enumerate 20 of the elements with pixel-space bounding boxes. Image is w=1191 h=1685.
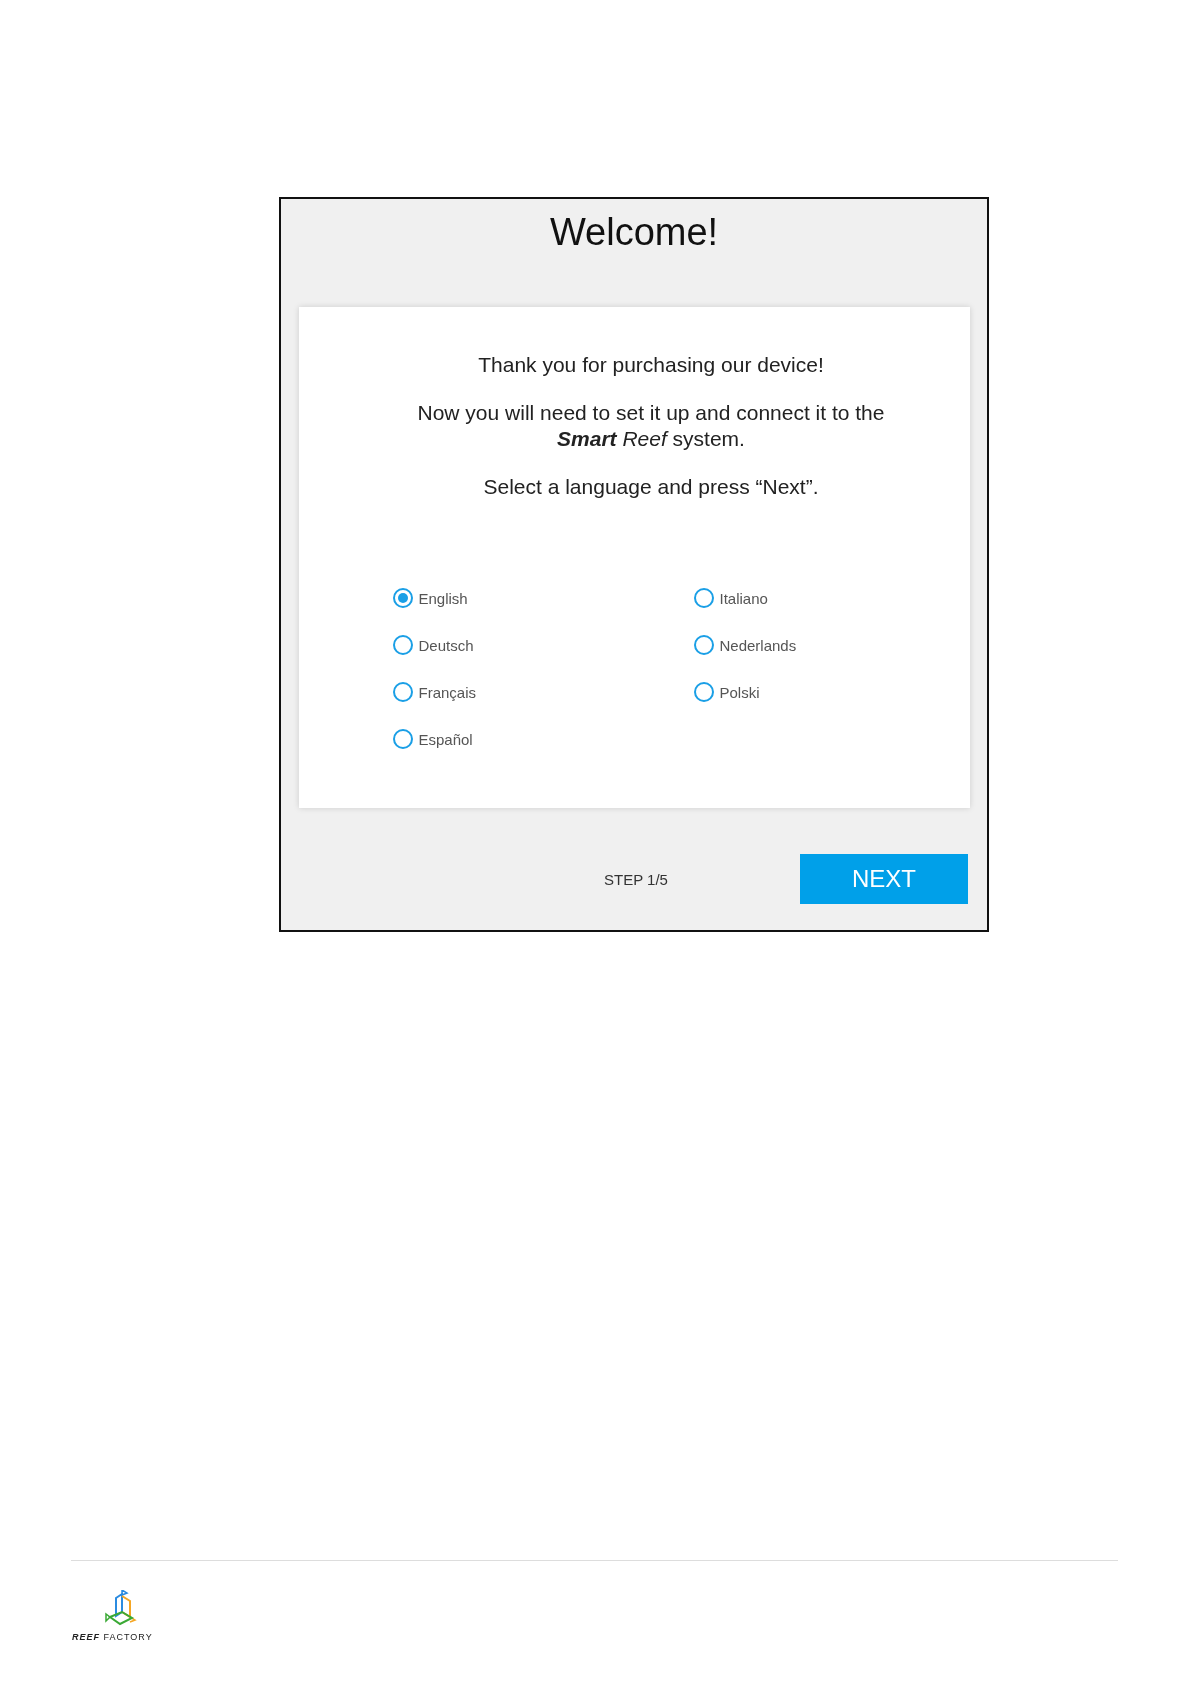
instruction-text: Select a language and press “Next”. [482, 474, 820, 500]
instruction-text: Now you will need to set it up and connect it to the Smart Reef system. [416, 400, 886, 452]
radio-button[interactable] [693, 588, 714, 608]
language-label[interactable]: Español [418, 730, 473, 748]
instruction-text: Thank you for purchasing our device! [477, 352, 825, 378]
radio-button[interactable] [392, 682, 413, 702]
language-label[interactable]: Deutsch [418, 636, 474, 654]
logo-text: REEF FACTORY [72, 1632, 153, 1642]
radio-button[interactable] [392, 729, 413, 749]
window-title: Welcome! [549, 211, 719, 254]
language-label[interactable]: Polski [719, 683, 760, 701]
language-label[interactable]: Français [418, 683, 477, 701]
step-indicator: STEP 1/5 [604, 870, 668, 888]
language-label[interactable]: Nederlands [719, 636, 797, 654]
radio-button[interactable] [693, 635, 714, 655]
language-label[interactable]: English [418, 589, 468, 607]
language-label[interactable]: Italiano [719, 589, 768, 607]
radio-button[interactable] [693, 682, 714, 702]
radio-button[interactable] [392, 588, 413, 608]
radio-button[interactable] [392, 635, 413, 655]
